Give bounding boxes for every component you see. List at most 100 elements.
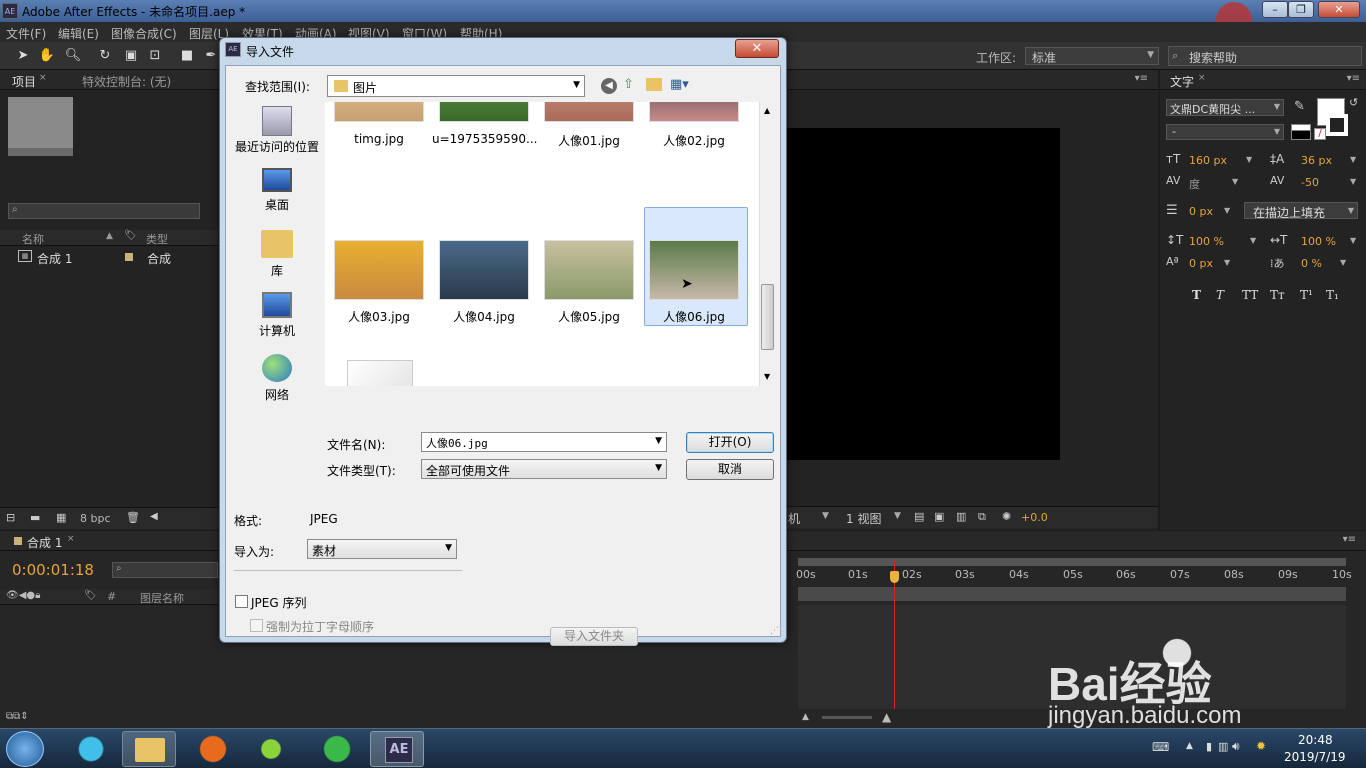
zoom-out-icon[interactable]: ▲ xyxy=(802,712,809,722)
fast-previews-icon[interactable]: ▣ xyxy=(934,510,944,523)
tab-composition[interactable]: 合成 1 xyxy=(27,534,62,551)
view-menu-icon[interactable]: ▦▾ xyxy=(670,77,689,92)
stroke-width-value[interactable]: 0 px xyxy=(1189,205,1213,218)
stroke-swatch[interactable] xyxy=(1326,114,1348,136)
font-size-value[interactable]: 160 px xyxy=(1189,154,1227,167)
place-computer[interactable]: 计算机 xyxy=(237,292,317,339)
timeline-switch-icons[interactable]: ⧉⧉⇕ xyxy=(6,711,29,722)
vertical-scale-value[interactable]: 100 % xyxy=(1189,235,1224,248)
current-timecode[interactable]: 0:00:01:18 xyxy=(12,561,94,579)
project-search-input[interactable]: ⌕ xyxy=(8,203,200,219)
taskbar-video-icon[interactable] xyxy=(244,731,298,767)
zoom-slider[interactable] xyxy=(822,716,872,719)
leading-value[interactable]: 36 px xyxy=(1301,154,1332,167)
place-network[interactable]: 网络 xyxy=(237,354,317,403)
zoom-tool-icon[interactable]: 🔍︎ xyxy=(64,47,82,65)
horizontal-scale-value[interactable]: 100 % xyxy=(1301,235,1336,248)
cancel-button[interactable]: 取消 xyxy=(686,459,774,480)
close-icon[interactable]: × xyxy=(39,73,47,83)
toggle-pixel-aspect-icon[interactable]: ▤ xyxy=(914,510,924,523)
interpret-footage-icon[interactable]: ⊟ xyxy=(6,511,15,524)
kerning-value[interactable]: 度 xyxy=(1189,176,1200,192)
taskbar-firefox-icon[interactable] xyxy=(186,731,240,767)
file-name-label[interactable]: 人像04.jpg xyxy=(432,308,536,325)
file-name-label[interactable]: timg.jpg xyxy=(327,132,431,146)
start-button[interactable] xyxy=(6,731,44,767)
faux-bold-button[interactable]: T xyxy=(1192,288,1201,302)
view-layout-select[interactable]: 1 视图 xyxy=(846,510,881,527)
panel-menu-icon[interactable]: ▾≡ xyxy=(1135,73,1148,84)
panel-menu-icon[interactable]: ▾≡ xyxy=(1347,73,1360,84)
menu-edit[interactable]: 编辑(E) xyxy=(58,25,99,42)
filetype-select[interactable]: 全部可使用文件 ▼ xyxy=(421,459,667,479)
tracking-value[interactable]: -50 xyxy=(1301,176,1319,189)
import-folder-button[interactable]: 导入文件夹 xyxy=(550,627,638,646)
place-recent[interactable]: 最近访问的位置 xyxy=(235,106,319,155)
all-caps-button[interactable]: TT xyxy=(1242,288,1258,302)
clock-date[interactable]: 2019/7/19 xyxy=(1284,750,1346,764)
camera-tool-icon[interactable]: ▣ xyxy=(122,47,140,65)
stroke-color-swatch[interactable] xyxy=(1291,124,1311,140)
menu-composition[interactable]: 图像合成(C) xyxy=(111,25,177,42)
filename-input[interactable]: 人像06.jpg ▼ xyxy=(421,432,667,452)
close-window-button[interactable]: ✕ xyxy=(1318,1,1360,18)
jpeg-sequence-checkbox[interactable] xyxy=(235,595,248,608)
font-style-select[interactable]: - ▼ xyxy=(1166,124,1284,140)
current-time-indicator[interactable] xyxy=(894,561,895,709)
alpha-order-checkbox[interactable] xyxy=(250,619,263,632)
tsume-value[interactable]: 0 % xyxy=(1301,257,1322,270)
baseline-shift-value[interactable]: 0 px xyxy=(1189,257,1213,270)
work-area-bar[interactable] xyxy=(798,558,1346,566)
rectangle-tool-icon[interactable]: ■ xyxy=(178,47,196,65)
tab-effect-controls[interactable]: 特效控制台: (无) xyxy=(82,73,171,90)
time-ruler[interactable]: 00s 01s 02s 03s 04s 05s 06s 07s 08s 09s … xyxy=(796,566,1352,584)
composition-canvas[interactable] xyxy=(778,128,1060,460)
place-desktop[interactable]: 桌面 xyxy=(237,168,317,213)
zoom-in-icon[interactable]: ▲ xyxy=(882,710,891,724)
scroll-down-icon[interactable]: ▼ xyxy=(764,372,770,381)
scroll-left-icon[interactable]: ◀ xyxy=(150,511,158,522)
column-layer-name[interactable]: 图层名称 xyxy=(140,590,184,606)
file-name-label[interactable]: u=1975359590... xyxy=(432,132,537,146)
scroll-thumb[interactable] xyxy=(761,284,774,350)
region-select[interactable]: 机 xyxy=(788,510,800,527)
pen-tool-icon[interactable]: ✒ xyxy=(202,47,220,65)
work-area-track[interactable] xyxy=(798,587,1346,601)
selection-tool-icon[interactable]: ➤ xyxy=(14,47,32,65)
superscript-button[interactable]: T¹ xyxy=(1300,288,1313,302)
file-name-label[interactable]: 人像02.jpg xyxy=(642,132,746,149)
scroll-up-icon[interactable]: ▲ xyxy=(764,106,770,115)
file-list[interactable]: timg.jpg u=1975359590... 人像01.jpg 人像02.j… xyxy=(325,102,775,386)
file-name-label[interactable]: 人像05.jpg xyxy=(537,308,641,325)
hand-tool-icon[interactable]: ✋ xyxy=(38,47,56,65)
tab-character[interactable]: 文字 xyxy=(1170,73,1194,90)
small-caps-button[interactable]: Tт xyxy=(1270,288,1285,302)
taskbar-ae-icon[interactable]: AE xyxy=(370,731,424,767)
faux-italic-button[interactable]: T xyxy=(1216,288,1224,302)
close-icon[interactable]: × xyxy=(67,534,75,544)
tab-project[interactable]: 项目 xyxy=(12,73,36,90)
swap-colors-icon[interactable]: ↺ xyxy=(1349,96,1358,109)
import-as-select[interactable]: 素材 ▼ xyxy=(307,539,457,559)
timeline-icon[interactable]: ▥ xyxy=(956,510,966,523)
playhead-handle-icon[interactable] xyxy=(890,571,899,583)
new-folder-icon[interactable] xyxy=(646,78,662,91)
taskbar-360-icon[interactable] xyxy=(310,731,364,767)
exposure-value[interactable]: +0.0 xyxy=(1021,511,1048,524)
menu-file[interactable]: 文件(F) xyxy=(6,25,46,42)
open-button[interactable]: 打开(O) xyxy=(686,432,774,453)
look-in-select[interactable]: 图片 ▼ xyxy=(327,75,585,97)
help-search[interactable]: ⌕ 搜索帮助 xyxy=(1168,46,1362,66)
exposure-reset-icon[interactable]: ✺ xyxy=(1002,510,1011,523)
resize-grip-icon[interactable]: ⋰ xyxy=(770,626,779,636)
timeline-search-input[interactable]: ⌕ xyxy=(112,562,218,578)
maximize-button[interactable]: ❐ xyxy=(1288,1,1314,18)
column-type[interactable]: 类型 xyxy=(146,231,168,247)
back-icon[interactable]: ◀ xyxy=(601,78,617,94)
project-item-row[interactable]: ▦ 合成 1 合成 xyxy=(0,248,218,266)
taskbar-explorer-icon[interactable] xyxy=(122,731,176,767)
up-folder-icon[interactable]: ⇧ xyxy=(623,77,634,92)
eyedropper-icon[interactable]: ✎ xyxy=(1294,99,1305,114)
new-folder-icon[interactable]: ▬ xyxy=(30,511,40,524)
trash-icon[interactable]: 🗑︎ xyxy=(126,511,140,524)
